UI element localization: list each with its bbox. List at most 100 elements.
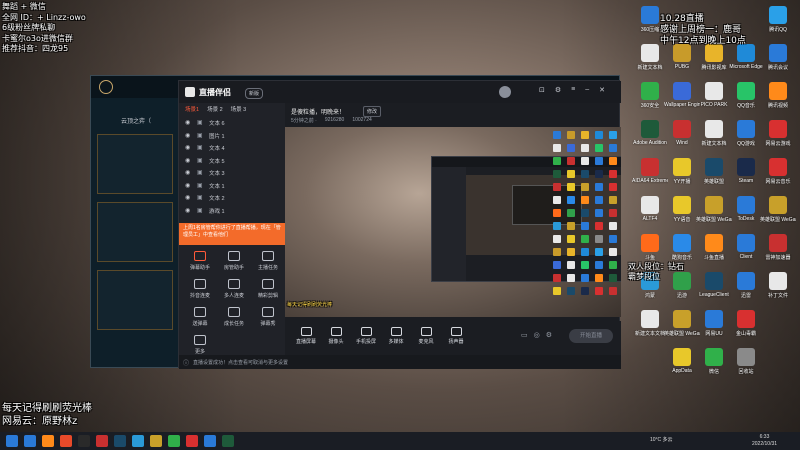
taskbar-app-icon[interactable] — [204, 435, 216, 447]
desktop-icon[interactable]: YY开播 — [664, 158, 700, 196]
desktop-icon[interactable]: 网易云游戏 — [760, 120, 796, 158]
start-live-button[interactable]: 开始直播 — [569, 329, 613, 343]
desktop-icon[interactable]: QQ音乐 — [728, 82, 764, 120]
taskbar-app-icon[interactable] — [222, 435, 234, 447]
taskbar-app-icon[interactable] — [78, 435, 90, 447]
taskbar-app-icon[interactable] — [132, 435, 144, 447]
desktop-icon[interactable]: AppData — [664, 348, 700, 386]
desktop-icon[interactable]: 斗鱼直播 — [696, 234, 732, 272]
taskbar-app-icon[interactable] — [168, 435, 180, 447]
taskbar-app-icon[interactable] — [24, 435, 36, 447]
eye-icon[interactable]: ◎ — [534, 331, 540, 339]
eye-icon[interactable]: ◉ — [185, 182, 193, 190]
desktop-icon[interactable]: 网易云音乐 — [760, 158, 796, 196]
minimize-icon[interactable]: – — [585, 86, 589, 94]
tool-send[interactable]: 送弹幕 — [185, 307, 215, 333]
desktop-icon[interactable]: YY语音 — [664, 196, 700, 234]
taskbar-app-icon[interactable] — [186, 435, 198, 447]
tab-scene-3[interactable]: 场景 3 — [231, 105, 247, 113]
desktop-icon[interactable]: 回收站 — [728, 348, 764, 386]
scene-item[interactable]: ◉ ▣ 文本 3 — [179, 167, 285, 179]
control-button[interactable]: 直播屏幕 — [293, 327, 319, 349]
taskbar-app-icon[interactable] — [96, 435, 108, 447]
desktop-icon[interactable]: Client — [728, 234, 764, 272]
control-button[interactable]: 麦克风 — [413, 327, 439, 349]
desktop-icon[interactable]: ALTF4 — [632, 196, 668, 234]
tool-task[interactable]: 主播任务 — [253, 251, 283, 277]
desktop-icon[interactable]: 腾讯QQ — [760, 6, 796, 44]
eye-icon[interactable]: ◉ — [185, 207, 193, 215]
taskbar-app-icon[interactable] — [150, 435, 162, 447]
desktop-icon[interactable]: Steam — [728, 158, 764, 196]
desktop-icon[interactable]: 迅雷 — [728, 272, 764, 310]
tool-multi[interactable]: 多人连麦 — [219, 279, 249, 305]
desktop-icon[interactable]: 英雄联盟 WeGame — [760, 196, 796, 234]
tool-danmaku[interactable]: 弹幕助手 — [185, 251, 215, 277]
desktop-icon[interactable]: 雷神加速器 — [760, 234, 796, 272]
desktop-icon[interactable]: QQ游戏 — [728, 120, 764, 158]
tab-scene-1[interactable]: 场景1 — [185, 105, 199, 113]
gear-icon[interactable]: ⚙ — [546, 331, 552, 339]
tool-admin[interactable]: 房管助手 — [219, 251, 249, 277]
desktop-icon[interactable]: 英雄联盟 WeGame — [696, 196, 732, 234]
start-icon[interactable] — [6, 435, 18, 447]
scene-item[interactable]: ◉ ▣ 文本 5 — [179, 155, 285, 167]
desktop-icon[interactable]: 微信 — [696, 348, 732, 386]
desktop-icon[interactable]: LeagueClient — [696, 272, 732, 310]
desktop-icon[interactable]: Adobe Audition — [632, 120, 668, 158]
clock[interactable]: 6:33 2022/10/31 — [752, 434, 777, 448]
scene-item[interactable]: ◉ ▣ 文本 6 — [179, 117, 285, 129]
pc-icon[interactable]: ▭ — [521, 331, 528, 339]
eye-icon[interactable]: ◉ — [185, 169, 193, 177]
desktop-icon[interactable]: 新建文本档 — [632, 44, 668, 82]
close-icon[interactable]: ✕ — [599, 86, 605, 94]
user-avatar[interactable] — [499, 86, 511, 98]
control-button[interactable]: 摄像头 — [323, 327, 349, 349]
control-button[interactable]: 手机投屏 — [353, 327, 379, 349]
taskbar-app-icon[interactable] — [42, 435, 54, 447]
desktop-icon[interactable]: 腾讯视频 — [760, 82, 796, 120]
eye-icon[interactable]: ◉ — [185, 194, 193, 202]
edit-button[interactable]: 修改 — [363, 106, 382, 117]
weather[interactable]: 10°C 多云 — [650, 436, 673, 443]
desktop-icon[interactable]: 腾讯影视库 — [696, 44, 732, 82]
game-card[interactable] — [97, 134, 173, 194]
desktop-icon[interactable]: 新建文本文档 — [632, 310, 668, 348]
scene-item[interactable]: ◉ ▣ 文本 4 — [179, 142, 285, 154]
control-button[interactable]: 扬声器 — [443, 327, 469, 349]
desktop-icon[interactable]: Microsoft Edge — [728, 44, 764, 82]
desktop-icon[interactable]: 英雄联盟 WeGame — [664, 310, 700, 348]
desktop-icon[interactable]: 金山毒霸 — [728, 310, 764, 348]
desktop-icon[interactable]: AIDA64 Extreme — [632, 158, 668, 196]
scene-item[interactable]: ◉ ▣ 游戏 1 — [179, 205, 285, 217]
eye-icon[interactable]: ◉ — [185, 157, 193, 165]
version-badge[interactable]: 新版 — [245, 88, 264, 99]
desktop-icon[interactable]: PICO PARK — [696, 82, 732, 120]
tool-growth[interactable]: 成长任务 — [219, 307, 249, 333]
desktop-icon[interactable]: Wallpaper Engine — [664, 82, 700, 120]
tool-show[interactable]: 弹幕秀 — [253, 307, 283, 333]
desktop-icon[interactable]: 网易UU — [696, 310, 732, 348]
desktop-icon[interactable]: ToDesk — [728, 196, 764, 234]
tab-scene-2[interactable]: 场景 2 — [207, 105, 223, 113]
eye-icon[interactable]: ◉ — [185, 144, 193, 152]
desktop-icon[interactable]: 补丁文件 — [760, 272, 796, 310]
desktop-icon[interactable]: Wind — [664, 120, 700, 158]
scene-item[interactable]: ◉ ▣ 文本 1 — [179, 180, 285, 192]
game-card[interactable] — [97, 202, 173, 262]
desktop-icon[interactable]: PUBG — [664, 44, 700, 82]
scene-item[interactable]: ◉ ▣ 图片 1 — [179, 130, 285, 142]
gift-icon[interactable]: ⊡ — [539, 86, 545, 94]
status-text[interactable]: 直播设置成功！点击查看可取消与更多设置 — [193, 359, 288, 366]
eye-icon[interactable]: ◉ — [185, 119, 193, 127]
taskbar-app-icon[interactable] — [114, 435, 126, 447]
scene-item[interactable]: ◉ ▣ 文本 2 — [179, 192, 285, 204]
eye-icon[interactable]: ◉ — [185, 132, 193, 140]
menu-icon[interactable]: ≡ — [571, 86, 575, 94]
taskbar-app-icon[interactable] — [60, 435, 72, 447]
tool-clip[interactable]: 精彩剪辑 — [253, 279, 283, 305]
game-card[interactable] — [97, 270, 173, 330]
tool-link[interactable]: 抖音连麦 — [185, 279, 215, 305]
control-button[interactable]: 多媒体 — [383, 327, 409, 349]
settings-icon[interactable]: ⚙ — [555, 86, 561, 94]
